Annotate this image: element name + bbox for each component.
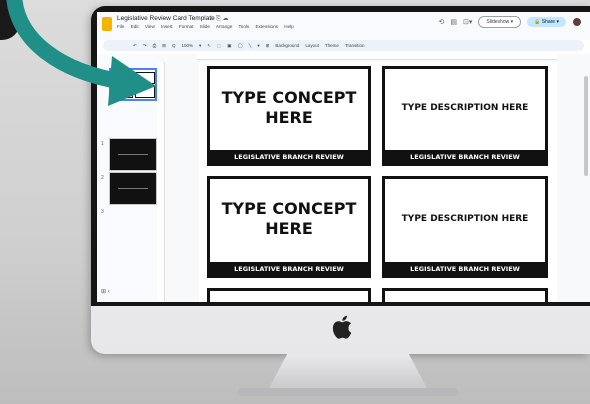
card-banner: LEGISLATIVE BRANCH REVIEW: [385, 262, 545, 275]
header-actions: ⟲ ▤ ⊡▾ Slideshow ▾ 🔒 Share ▾: [439, 16, 582, 28]
card-banner: LEGISLATIVE BRANCH REVIEW: [385, 150, 545, 163]
toolbar: ↶ ↷ ⎙ ⊞ Q 100% ▾ ↖ ⬚ ▣ ◯ ╲ ▾ ⊞ Backgroun…: [103, 40, 584, 51]
zoom-icon[interactable]: Q: [172, 43, 176, 48]
slide-number: 2: [101, 175, 104, 181]
shape-icon[interactable]: ◯: [238, 43, 243, 49]
layout-button[interactable]: Layout: [305, 43, 319, 48]
textbox-icon[interactable]: ⬚: [217, 43, 221, 49]
slide-number: 3: [101, 209, 104, 215]
card-text[interactable]: TYPE CONCEPT HERE: [210, 69, 368, 147]
transition-button[interactable]: Transition: [345, 43, 365, 48]
menu-tools[interactable]: Tools: [238, 24, 249, 29]
avatar[interactable]: [572, 17, 582, 27]
menu-format[interactable]: Format: [179, 24, 194, 29]
monitor-screen: Legislative Review Card Template ☆ ⎘ ☁ F…: [97, 12, 590, 302]
menu-help[interactable]: Help: [284, 24, 293, 29]
description-card[interactable]: TYPE DESCRIPTION HERE LEGISLATIVE BRANCH…: [382, 176, 548, 278]
comments-icon[interactable]: ▤: [450, 18, 457, 26]
thumb-text-line: [118, 188, 148, 189]
share-button[interactable]: 🔒 Share ▾: [527, 17, 566, 27]
teal-arrow-icon: [6, 0, 156, 106]
menu-extensions[interactable]: Extensions: [255, 24, 277, 29]
grid-view-icon[interactable]: ⊞ ‹: [101, 288, 110, 295]
image-icon[interactable]: ▣: [227, 43, 231, 49]
slideshow-label: Slideshow: [486, 19, 510, 25]
slide-thumbnail-3[interactable]: [109, 172, 157, 205]
partial-card[interactable]: [207, 288, 371, 302]
slideshow-button[interactable]: Slideshow ▾: [478, 16, 522, 28]
camera-icon[interactable]: ⊡▾: [463, 18, 472, 26]
menu-slide[interactable]: Slide: [200, 24, 210, 29]
line-dropdown-icon[interactable]: ▾: [257, 43, 259, 49]
card-text[interactable]: TYPE DESCRIPTION HERE: [385, 179, 545, 259]
theme-button[interactable]: Theme: [325, 43, 339, 48]
description-card[interactable]: TYPE DESCRIPTION HERE LEGISLATIVE BRANCH…: [382, 66, 548, 166]
slide-thumbnail-2[interactable]: [109, 138, 157, 171]
concept-card[interactable]: TYPE CONCEPT HERE LEGISLATIVE BRANCH REV…: [207, 66, 371, 166]
card-text[interactable]: TYPE DESCRIPTION HERE: [385, 69, 545, 147]
stand-base: [238, 388, 458, 396]
partial-card[interactable]: [382, 288, 548, 302]
card-banner: LEGISLATIVE BRANCH REVIEW: [210, 262, 368, 275]
star-move-cloud-icons[interactable]: ☆ ⎘ ☁: [209, 15, 229, 23]
vertical-scrollbar[interactable]: [584, 76, 588, 176]
apple-logo-icon: [332, 315, 352, 339]
line-icon[interactable]: ╲: [249, 43, 252, 49]
zoom-level[interactable]: 100%: [181, 43, 193, 48]
slide-number: 1: [101, 141, 104, 147]
select-icon[interactable]: ↖: [207, 43, 211, 49]
concept-card[interactable]: TYPE CONCEPT HERE LEGISLATIVE BRANCH REV…: [207, 176, 371, 278]
thumb-text-line: [118, 154, 148, 155]
monitor-stand: [268, 354, 428, 390]
share-label: Share: [541, 19, 556, 25]
menu-arrange[interactable]: Arrange: [216, 24, 232, 29]
history-icon[interactable]: ⟲: [439, 18, 445, 26]
comment-add-icon[interactable]: ⊞: [266, 43, 270, 49]
title-bar: Legislative Review Card Template ☆ ⎘ ☁ F…: [97, 12, 590, 40]
card-text[interactable]: TYPE CONCEPT HERE: [210, 179, 368, 259]
slide-canvas[interactable]: TYPE CONCEPT HERE LEGISLATIVE BRANCH REV…: [199, 62, 557, 302]
background-button[interactable]: Background: [275, 43, 299, 48]
horizontal-ruler[interactable]: [197, 54, 557, 60]
zoom-dropdown-icon[interactable]: ▾: [199, 43, 201, 49]
card-banner: LEGISLATIVE BRANCH REVIEW: [210, 150, 368, 163]
